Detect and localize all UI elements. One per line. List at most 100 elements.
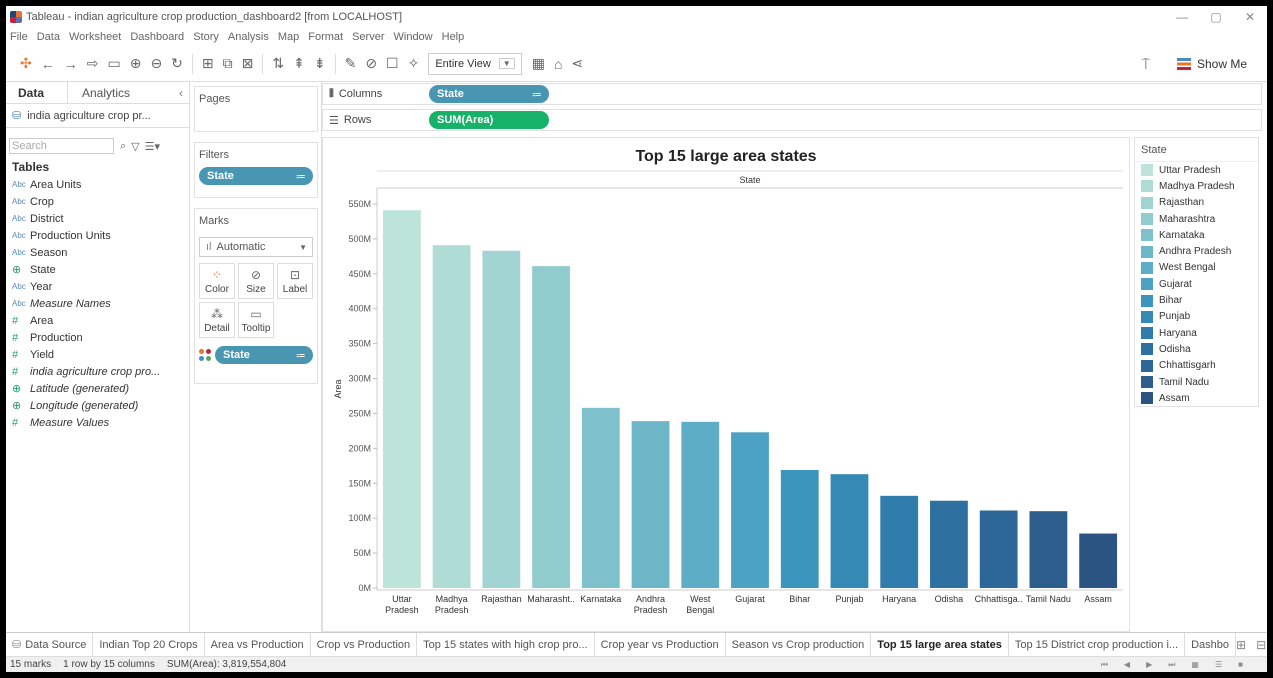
tableau-logo-icon[interactable]: ✣ [20,55,32,72]
sheet-tab[interactable]: Crop year vs Production [595,632,726,657]
legend-item[interactable]: Assam [1135,390,1258,406]
sheet-tab[interactable]: Season vs Crop production [726,632,872,657]
new-dashboard-icon[interactable]: ⊟ [1256,638,1266,652]
field-item[interactable]: Abc Production Units [6,227,189,244]
show-cards-icon[interactable]: ▦ [532,55,545,72]
pin-axes-icon[interactable]: ✧ [408,55,420,72]
columns-shelf[interactable]: ⦀ Columns State ⩴ [322,83,1262,105]
undo-icon[interactable]: ← [41,56,55,72]
sort-ascending-icon[interactable]: ⇞ [293,55,305,72]
search-icon[interactable]: ⌕ [120,140,126,153]
legend-item[interactable]: Maharashtra [1135,211,1258,227]
group-icon[interactable]: ⊘ [365,55,377,72]
field-item[interactable]: # Production [6,329,189,346]
legend-item[interactable]: Madhya Pradesh [1135,178,1258,194]
size-button[interactable]: ⊘ Size [238,263,274,299]
detail-button[interactable]: ⁂ Detail [199,302,235,338]
sheet-tab[interactable]: Top 15 District crop production i... [1009,632,1186,657]
view-options-icon[interactable]: ☰▾ [145,140,160,153]
minimize-button[interactable]: — [1165,6,1199,28]
legend-item[interactable]: Tamil Nadu [1135,374,1258,390]
menu-data[interactable]: Data [37,31,60,43]
columns-pill-state[interactable]: State ⩴ [429,85,549,103]
film-view-icon[interactable]: ■ [1238,660,1243,670]
menu-analysis[interactable]: Analysis [228,31,269,43]
menu-help[interactable]: Help [442,31,465,43]
legend-item[interactable]: Haryana [1135,325,1258,341]
menu-file[interactable]: File [10,31,28,43]
pause-updates-icon[interactable]: ⊖ [150,55,162,72]
marks-pill-state[interactable]: State ⩴ [215,346,313,364]
share-icon[interactable]: ⋖ [571,55,583,72]
field-item[interactable]: Abc Year [6,278,189,295]
field-item[interactable]: ⊕ State [6,261,189,278]
legend-item[interactable]: Gujarat [1135,276,1258,292]
sheet-tab[interactable]: Crop vs Production [311,632,418,657]
field-item[interactable]: ⊕ Latitude (generated) [6,380,189,397]
tab-analytics[interactable]: Analytics [68,82,168,103]
rows-shelf[interactable]: ☰ Rows SUM(Area) [322,109,1262,131]
legend-item[interactable]: Chhattisgarh [1135,358,1258,374]
field-item[interactable]: Abc Season [6,244,189,261]
clear-sheet-icon[interactable]: ⊠ [242,55,254,72]
redo-icon[interactable]: → [64,56,78,72]
grid-view-icon[interactable]: ▦ [1191,660,1199,670]
presentation-icon[interactable]: ⌂ [554,56,562,72]
refresh-icon[interactable]: ↻ [171,55,183,72]
legend-item[interactable]: Bihar [1135,292,1258,308]
field-item[interactable]: Abc Area Units [6,176,189,193]
swap-axes-icon[interactable]: ⇅ [272,55,284,72]
field-item[interactable]: Abc Crop [6,193,189,210]
tooltip-button[interactable]: ▭ Tooltip [238,302,274,338]
legend-item[interactable]: Rajasthan [1135,195,1258,211]
sheet-tab[interactable]: Dashbo [1185,632,1236,657]
color-button[interactable]: ⁘ Color [199,263,235,299]
new-worksheet-icon[interactable]: ⊞ [202,55,214,72]
presenter-icon[interactable]: ⍑ [1142,56,1150,73]
chart-view[interactable]: Top 15 large area states State 0M 50M 100M 1… [322,137,1130,632]
mark-type-select[interactable]: ıl Automatic ▼ [199,237,313,257]
filter-icon[interactable]: ▽ [131,140,139,153]
sheet-tab[interactable]: Indian Top 20 Crops [93,632,205,657]
highlight-icon[interactable]: ✎ [345,55,357,72]
filters-card[interactable]: Filters State ⩴ [194,142,318,198]
last-icon[interactable]: ⏭ [1168,660,1175,670]
fit-dropdown[interactable]: Entire View ▼ [428,52,522,75]
field-item[interactable]: # india agriculture crop pro... [6,363,189,380]
label-button[interactable]: ⊡ Label [277,263,313,299]
collapse-pane-icon[interactable]: ‹ [179,82,183,103]
sheet-tab[interactable]: Top 15 states with high crop pro... [417,632,595,657]
next-icon[interactable]: ▶ [1146,660,1152,670]
prev-icon[interactable]: ◀ [1124,660,1130,670]
menu-window[interactable]: Window [394,31,433,43]
search-input[interactable] [9,138,114,154]
tab-data[interactable]: Data [6,82,68,103]
menu-map[interactable]: Map [278,31,299,43]
menu-server[interactable]: Server [352,31,384,43]
replay-icon[interactable]: ⇨ [87,55,99,72]
legend-item[interactable]: Uttar Pradesh [1135,162,1258,178]
color-legend[interactable]: State Uttar Pradesh Madhya Pradesh Rajasth… [1134,137,1259,407]
close-button[interactable]: ✕ [1233,6,1267,28]
field-item[interactable]: Abc District [6,210,189,227]
field-item[interactable]: # Yield [6,346,189,363]
menu-format[interactable]: Format [308,31,343,43]
new-datasource-icon[interactable]: ⊕ [130,55,142,72]
show-labels-icon[interactable]: ☐ [386,55,399,72]
new-worksheet-icon[interactable]: ⊞ [1236,638,1246,652]
save-icon[interactable]: ▭ [107,55,120,72]
field-item[interactable]: ⊕ Longitude (generated) [6,397,189,414]
legend-item[interactable]: West Bengal [1135,260,1258,276]
legend-item[interactable]: Punjab [1135,309,1258,325]
menu-worksheet[interactable]: Worksheet [69,31,121,43]
field-item[interactable]: # Area [6,312,189,329]
field-item[interactable]: # Measure Values [6,414,189,431]
show-me-button[interactable]: Show Me [1176,57,1247,71]
legend-item[interactable]: Odisha [1135,341,1258,357]
maximize-button[interactable]: ▢ [1199,6,1233,28]
first-icon[interactable]: ⏮ [1101,660,1108,670]
duplicate-icon[interactable]: ⧉ [223,55,233,72]
list-view-icon[interactable]: ☰ [1215,660,1222,670]
rows-pill-sum-area[interactable]: SUM(Area) [429,111,549,129]
datasource-item[interactable]: ⛁ india agriculture crop pr... [6,104,189,128]
